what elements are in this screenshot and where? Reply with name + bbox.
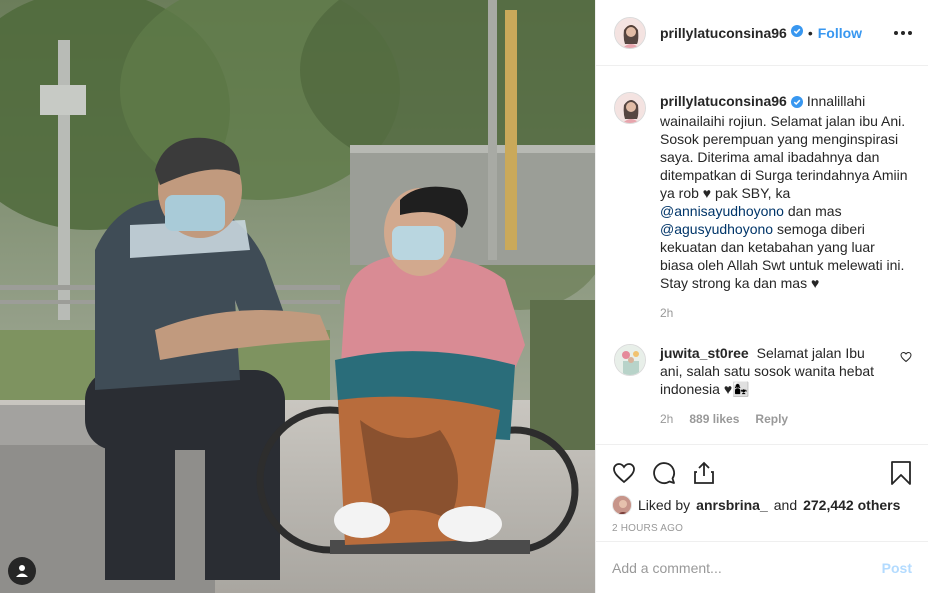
- liked-by-row: Liked by anrsbrina_ and 272,442 others: [612, 495, 912, 515]
- liked-by-conjunction: and: [773, 497, 798, 513]
- post-actions: Liked by anrsbrina_ and 272,442 others 2…: [596, 444, 928, 534]
- header-separator: •: [807, 24, 813, 41]
- caption-age[interactable]: 2h: [660, 304, 673, 322]
- comment-reply-button[interactable]: Reply: [755, 410, 788, 428]
- caption-mention-agus[interactable]: @agusyudhoyono: [660, 221, 773, 237]
- follow-button[interactable]: Follow: [818, 25, 862, 41]
- comments-list[interactable]: prillylatuconsina96 Innalillahi wainailai…: [596, 66, 928, 444]
- caption-mention-annisa[interactable]: @annisayudhoyono: [660, 203, 784, 219]
- comment-row: juwita_st0ree Selamat jalan Ibu ani, sal…: [614, 344, 912, 428]
- comment-icon[interactable]: [652, 461, 676, 485]
- verified-badge-icon: [790, 24, 803, 42]
- action-icons: [612, 453, 912, 493]
- post-comment-button[interactable]: Post: [882, 560, 912, 576]
- liker-avatar[interactable]: [612, 495, 632, 515]
- share-icon[interactable]: [692, 461, 716, 485]
- photo-illustration: [0, 0, 595, 593]
- comment-meta: 2h 889 likes Reply: [660, 410, 878, 428]
- caption-body: prillylatuconsina96 Innalillahi wainailai…: [660, 92, 912, 322]
- post-photo[interactable]: [0, 0, 595, 593]
- author-username[interactable]: prillylatuconsina96: [660, 25, 787, 41]
- comment-like-heart-icon[interactable]: [900, 350, 912, 428]
- author-avatar[interactable]: [614, 16, 646, 49]
- caption-text-1: Innalillahi wainailaihi rojiun. Selamat …: [660, 93, 908, 201]
- comment-body: juwita_st0ree Selamat jalan Ibu ani, sal…: [660, 344, 878, 428]
- bookmark-icon[interactable]: [890, 461, 912, 485]
- post-details-panel: prillylatuconsina96 • Follow prillylatuc…: [595, 0, 928, 593]
- commenter-avatar[interactable]: [614, 344, 646, 376]
- post-timestamp[interactable]: 2 HOURS AGO: [612, 523, 912, 534]
- heart-icon[interactable]: [612, 461, 636, 485]
- caption-meta: 2h: [660, 304, 912, 322]
- liked-by-prefix: Liked by: [638, 497, 691, 513]
- liked-by-user[interactable]: anrsbrina_: [696, 497, 768, 513]
- comment-age[interactable]: 2h: [660, 410, 673, 428]
- caption-verified-badge-icon: [790, 94, 803, 112]
- caption-author-username[interactable]: prillylatuconsina96: [660, 93, 787, 109]
- caption-text-2: dan mas: [783, 203, 842, 219]
- user-tag-icon[interactable]: [8, 557, 36, 585]
- post-header: prillylatuconsina96 • Follow: [596, 0, 928, 66]
- add-comment-input[interactable]: [612, 559, 882, 576]
- commenter-username[interactable]: juwita_st0ree: [660, 345, 749, 361]
- comment-likes[interactable]: 889 likes: [689, 410, 739, 428]
- add-comment-bar: Post: [596, 541, 928, 593]
- caption-author-avatar[interactable]: [614, 92, 646, 124]
- caption-row: prillylatuconsina96 Innalillahi wainailai…: [614, 92, 912, 322]
- liked-by-others[interactable]: 272,442 others: [803, 497, 900, 513]
- more-options-icon[interactable]: [894, 25, 912, 41]
